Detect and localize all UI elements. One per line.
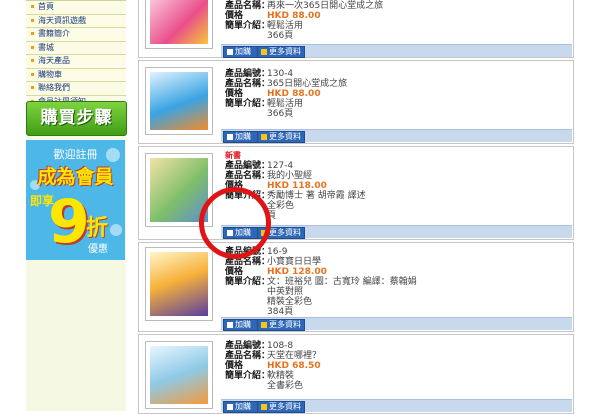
product-code-row: 產品編號：108-8 — [225, 341, 294, 351]
bullet-icon — [31, 32, 34, 35]
bubble-decoration — [110, 224, 122, 236]
add-to-cart-button[interactable]: 加購 — [223, 401, 259, 413]
product-price-row: 價格 HKD 88.00 — [225, 11, 321, 21]
more-info-button[interactable]: 更多資料 — [257, 401, 305, 413]
sidebar-item-bookstore[interactable]: 書城 — [26, 41, 126, 55]
info-icon — [261, 48, 267, 55]
product-card: 產品編號：130-4 產品名稱：365日開心堂成之旅 價格 HKD 88.00 簡… — [138, 60, 574, 144]
sidebar-item-products[interactable]: 海天產品 — [26, 55, 126, 69]
book-cover-image — [150, 0, 208, 44]
sidebar-item-cart[interactable]: 購物車 — [26, 68, 126, 82]
highlight-circle-annotation — [199, 187, 271, 259]
product-price-row: 價格 HKD 88.00 — [225, 89, 321, 99]
product-intro-line: 366頁 — [267, 31, 294, 41]
product-name-row: 產品名稱：365日開心堂成之旅 — [225, 79, 348, 89]
banner-discount: 優惠 — [88, 244, 108, 255]
product-info: 產品編號：108-8 產品名稱：天堂在哪裡？ 價格 HKD 68.50 簡單介紹：… — [225, 341, 321, 391]
banner-number: 9 — [48, 187, 90, 257]
product-intro-line: 366頁 — [267, 109, 294, 119]
product-price-row: 價格 HKD 68.50 — [225, 361, 321, 371]
product-intro-row: 簡單介紹：輕鬆活用 — [225, 21, 304, 31]
sidebar-nav: 首頁 海天資訊遊戲 書籍簡介 書城 海天產品 購物車 聯絡我們 會員註冊須知 — [26, 0, 126, 109]
cart-icon — [227, 133, 233, 140]
bullet-icon — [31, 86, 34, 89]
info-icon — [261, 321, 267, 328]
banner-headline: 成為會員 — [37, 166, 114, 188]
product-code-row: 產品編號：130-4 — [225, 69, 294, 79]
bullet-icon — [31, 45, 34, 49]
cart-icon — [227, 48, 233, 55]
product-thumbnail[interactable] — [145, 247, 213, 321]
product-actions-bar: 加購 更多資料 — [221, 225, 572, 239]
product-name-row: 產品名稱：再來一次365日開心堂成之旅 — [225, 1, 384, 11]
product-intro-row: 簡單介紹：文：班裕兒 圖：古寬玲 編譯：蔡翰娟 — [225, 277, 417, 287]
product-intro-row: 簡單介紹：輕鬆活用 — [225, 99, 304, 109]
more-info-button[interactable]: 更多資料 — [257, 131, 305, 143]
product-card: 產品編號：108-8 產品名稱：天堂在哪裡？ 價格 HKD 68.50 簡單介紹：… — [138, 334, 574, 414]
cart-icon — [227, 321, 233, 328]
bullet-icon — [31, 5, 34, 8]
add-to-cart-button[interactable]: 加購 — [223, 319, 259, 331]
product-price-row: 價格 HKD 128.00 — [225, 267, 327, 277]
cart-icon — [227, 403, 233, 410]
product-actions-bar: 加購 更多資料 — [221, 44, 572, 58]
product-actions-bar: 加購 更多資料 — [221, 317, 572, 331]
product-info: 產品名稱：再來一次365日開心堂成之旅 價格 HKD 88.00 簡單介紹：輕鬆活… — [225, 1, 383, 41]
sidebar-item-contact[interactable]: 聯絡我們 — [26, 82, 126, 96]
product-actions-bar: 加購 更多資料 — [221, 129, 572, 143]
sidebar: 首頁 海天資訊遊戲 書籍簡介 書城 海天產品 購物車 聯絡我們 會員註冊須知 購… — [26, 0, 127, 411]
book-cover-image — [150, 158, 208, 222]
banner-zhe: 折 — [86, 216, 109, 241]
product-actions-bar: 加購 更多資料 — [221, 399, 572, 413]
product-thumbnail[interactable] — [145, 67, 213, 135]
product-info: 產品編號：16-9 產品名稱：小寶寶日日學 價格 HKD 128.00 簡單介紹：… — [225, 247, 417, 317]
bullet-icon — [31, 72, 34, 76]
product-code-row: 產品編號：127-4 — [225, 161, 294, 171]
sidebar-item-books-intro[interactable]: 書籍簡介 — [26, 28, 126, 42]
bullet-icon — [31, 59, 34, 62]
book-cover-image — [150, 252, 208, 316]
add-to-cart-button[interactable]: 加購 — [223, 131, 259, 143]
bullet-icon — [31, 18, 34, 22]
product-name-row: 產品名稱：我的小聖經 — [225, 171, 313, 181]
info-icon — [261, 403, 267, 410]
sidebar-item-home[interactable]: 首頁 — [26, 1, 126, 15]
product-card: 產品編號：16-9 產品名稱：小寶寶日日學 價格 HKD 128.00 簡單介紹：… — [138, 242, 574, 332]
info-icon — [261, 133, 267, 140]
book-cover-image — [150, 346, 208, 404]
product-intro-line: 全書彩色 — [267, 381, 304, 391]
product-card: 產品名稱：再來一次365日開心堂成之旅 價格 HKD 88.00 簡單介紹：輕鬆活… — [138, 0, 574, 58]
more-info-button[interactable]: 更多資料 — [257, 46, 305, 58]
more-info-button[interactable]: 更多資料 — [257, 319, 305, 331]
product-thumbnail[interactable] — [145, 0, 213, 49]
product-name-row: 產品名稱：天堂在哪裡？ — [225, 351, 322, 361]
product-thumbnail[interactable] — [145, 341, 213, 409]
add-to-cart-button[interactable]: 加購 — [223, 46, 259, 58]
product-intro-row: 簡單介紹：軟精裝 — [225, 371, 295, 381]
product-name-row: 產品名稱：小寶寶日日學 — [225, 257, 322, 267]
product-intro-line: 384頁 — [267, 307, 294, 317]
new-book-badge: 新書 — [225, 151, 241, 160]
book-cover-image — [150, 72, 208, 130]
buy-steps-button[interactable]: 購買步驟 — [26, 101, 127, 136]
product-intro-line: 中英對照 — [267, 287, 304, 297]
product-info: 產品編號：130-4 產品名稱：365日開心堂成之旅 價格 HKD 88.00 簡… — [225, 69, 347, 119]
sidebar-item-games[interactable]: 海天資訊遊戲 — [26, 14, 126, 28]
product-intro-line: 精裝全彩色 — [267, 297, 313, 307]
banner-welcome: 歡迎註冊 — [53, 148, 98, 161]
member-join-banner[interactable]: 歡迎註冊 成為會員 即享 9 折 優惠 — [26, 140, 125, 260]
